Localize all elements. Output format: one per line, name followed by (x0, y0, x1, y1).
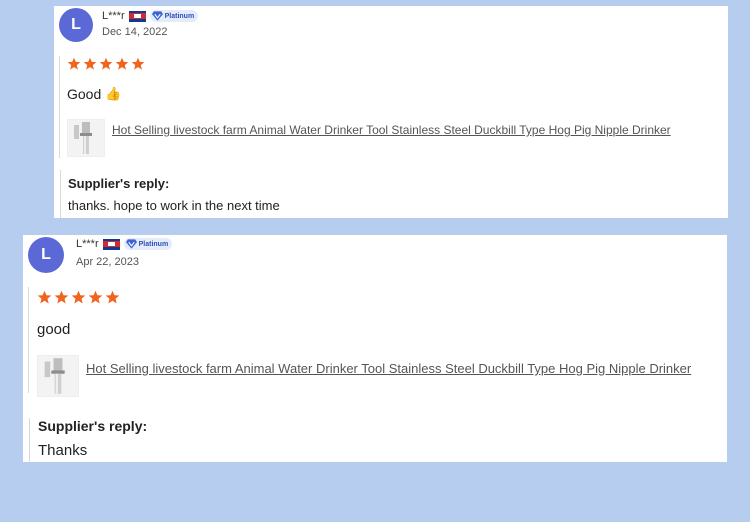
reviewer-row: L***r Platinum (76, 238, 173, 250)
cambodia-flag-icon (128, 10, 146, 22)
review-text: good (37, 321, 71, 338)
membership-badge: Platinum (123, 238, 173, 250)
reply-divider (29, 418, 30, 462)
reviewer-name: L***r (76, 238, 99, 250)
reviewer-name: L***r (102, 10, 125, 22)
star-icon (115, 57, 129, 70)
star-icon (37, 290, 52, 304)
badge-label: Platinum (164, 12, 195, 20)
star-icon (54, 290, 69, 304)
star-icon (83, 57, 97, 70)
rating-stars (37, 290, 120, 305)
product-thumbnail[interactable] (37, 355, 79, 397)
review-card: L L***r Platinum Dec 14, 2022 Good 👍 Hot… (54, 6, 728, 218)
cambodia-flag-icon (102, 238, 120, 250)
star-icon (71, 290, 86, 304)
review-date: Apr 22, 2023 (76, 256, 139, 268)
star-icon (131, 57, 145, 70)
review-text: Good (67, 86, 102, 102)
thumbs-up-icon: 👍 (105, 86, 122, 101)
supplier-reply-title: Supplier's reply: (38, 418, 148, 434)
supplier-reply-text: Thanks (38, 442, 88, 459)
platinum-diamond-icon (125, 239, 137, 249)
reviewer-row: L***r Platinum (102, 10, 199, 22)
content-divider (28, 287, 29, 393)
star-icon (67, 57, 81, 70)
rating-stars (67, 57, 145, 71)
star-icon (99, 57, 113, 70)
supplier-reply-title: Supplier's reply: (68, 176, 170, 191)
star-icon (88, 290, 103, 304)
product-link[interactable]: Hot Selling livestock farm Animal Water … (112, 123, 672, 138)
star-icon (105, 290, 120, 304)
badge-label: Platinum (138, 240, 169, 248)
avatar: L (59, 8, 93, 42)
product-link[interactable]: Hot Selling livestock farm Animal Water … (86, 361, 706, 377)
review-date: Dec 14, 2022 (102, 26, 168, 38)
review-text-row: Good 👍 (67, 86, 121, 102)
platinum-diamond-icon (151, 11, 163, 21)
product-thumbnail[interactable] (67, 119, 105, 157)
review-text-row: good (37, 321, 70, 338)
reply-divider (60, 170, 61, 218)
nipple-drinker-image (44, 358, 65, 394)
content-divider (59, 56, 60, 158)
supplier-reply-text: thanks. hope to work in the next time (68, 198, 280, 213)
review-card: L L***r Platinum Apr 22, 2023 good Hot S… (23, 235, 727, 462)
membership-badge: Platinum (149, 10, 199, 22)
avatar: L (28, 237, 64, 273)
nipple-drinker-image (74, 122, 92, 154)
